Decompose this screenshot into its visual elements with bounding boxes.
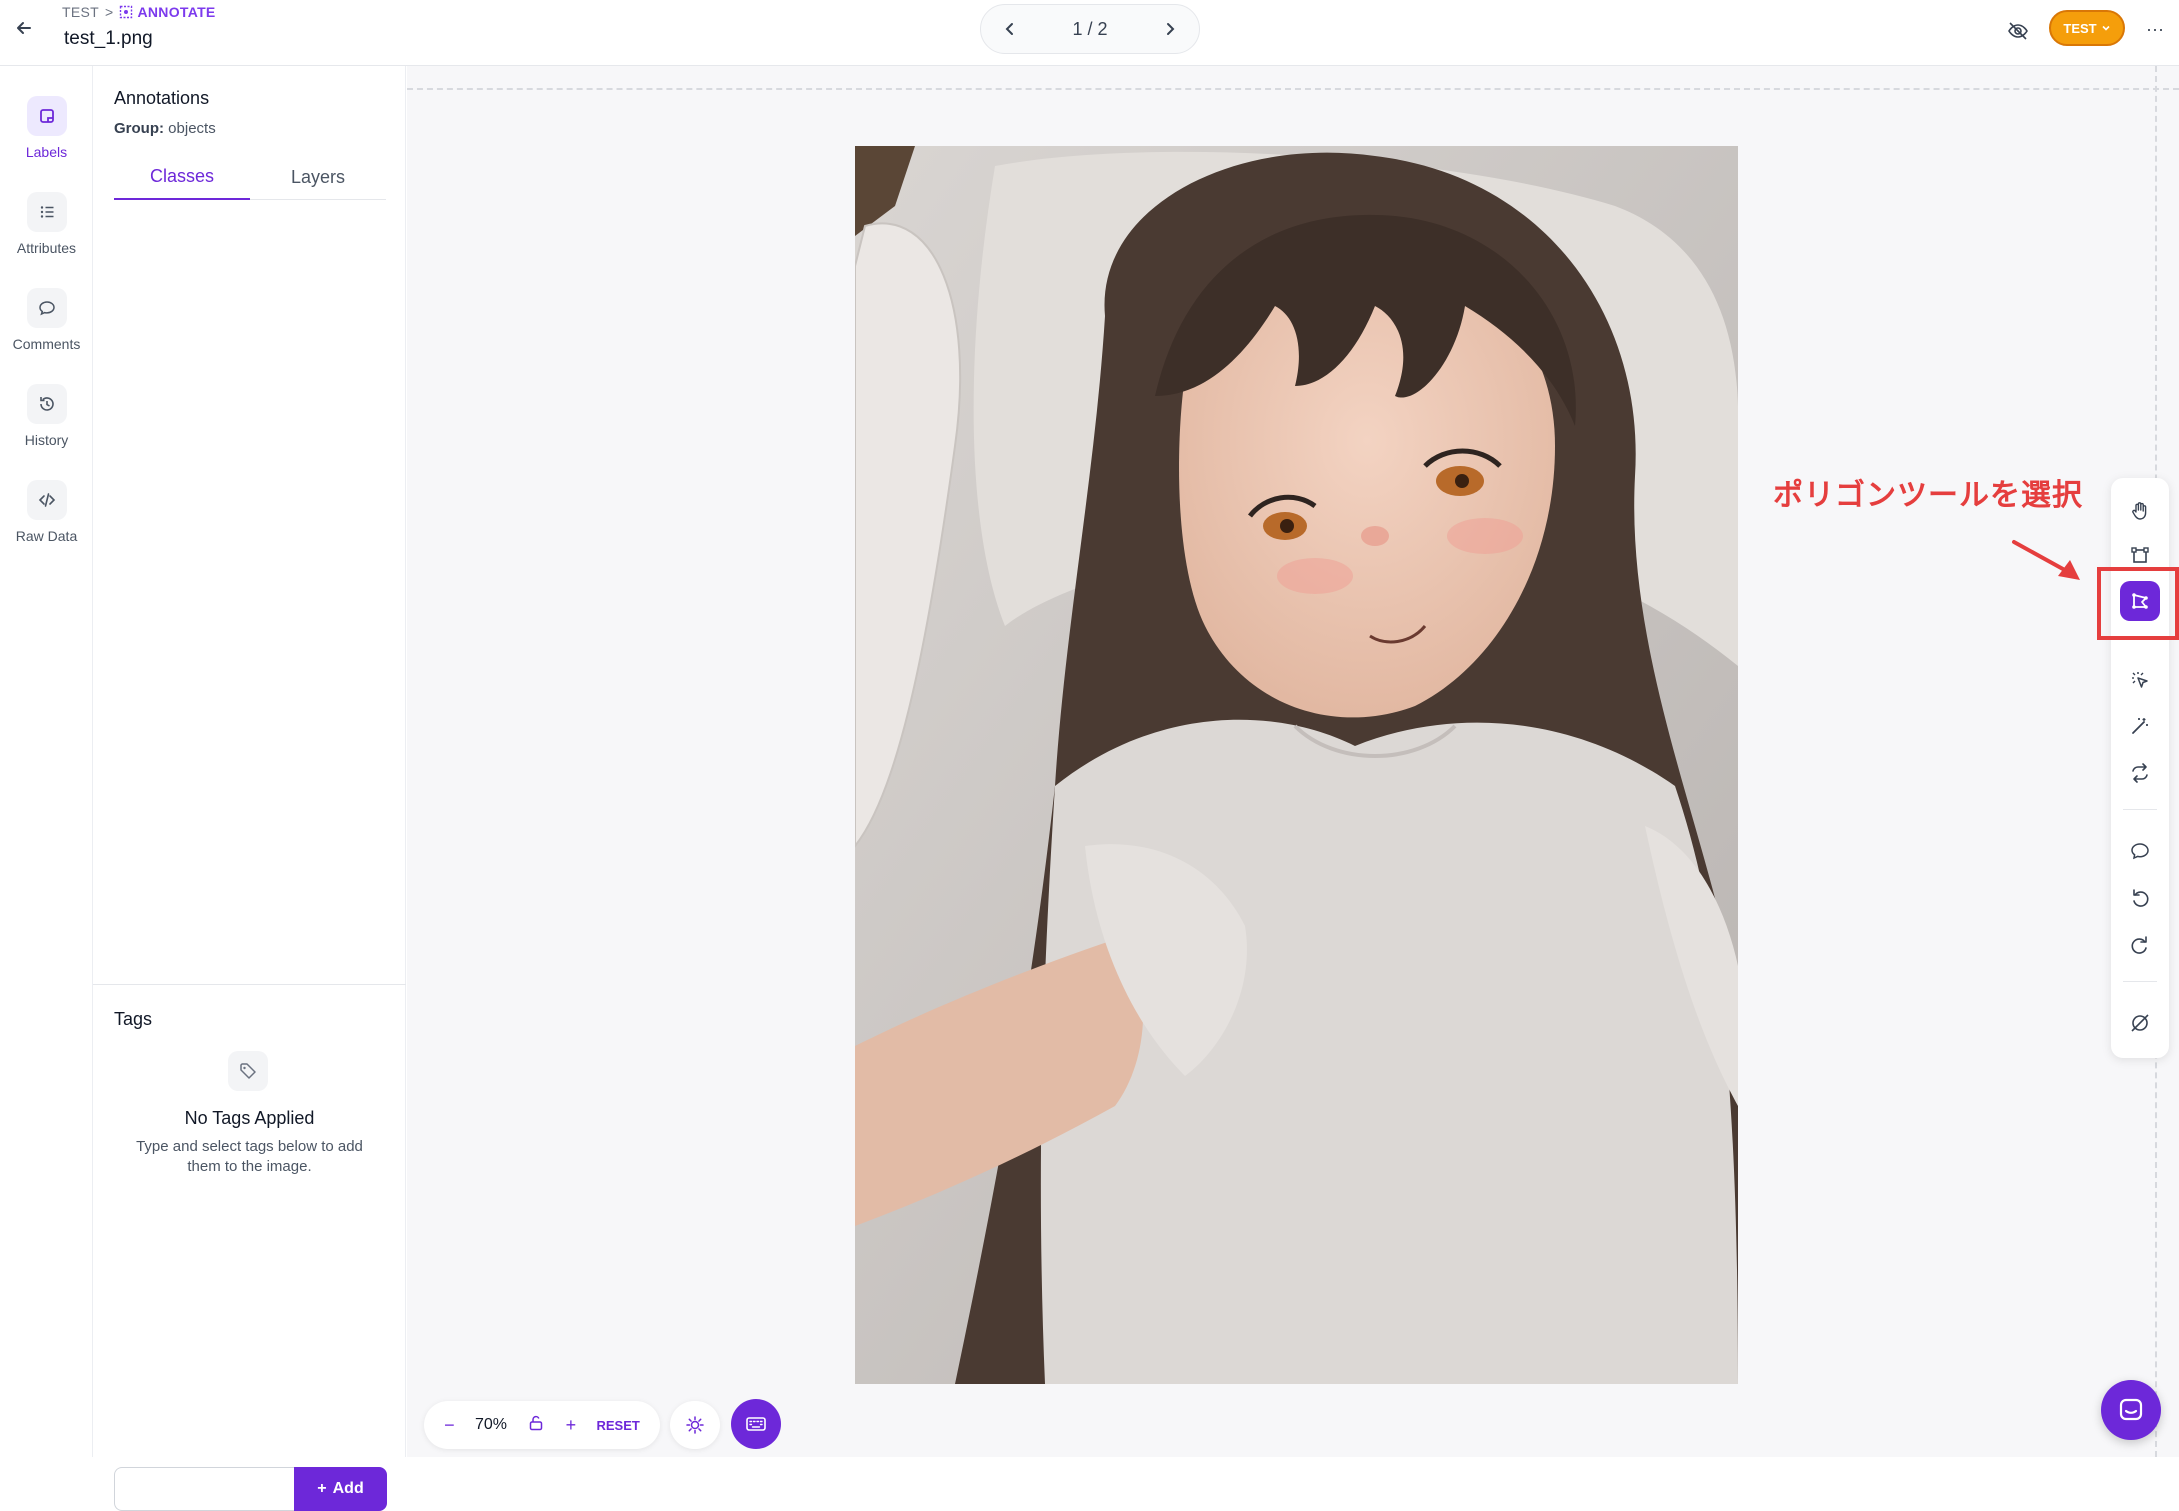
repeat-icon[interactable] (2120, 753, 2160, 793)
group-label: Group: (114, 120, 164, 137)
add-tag-label: Add (332, 1480, 364, 1497)
no-tags-description: Type and select tags below to add them t… (136, 1138, 363, 1175)
annotations-panel: Annotations Group: objects Classes Layer… (93, 66, 406, 1511)
comment-tool-icon[interactable] (2120, 831, 2160, 871)
breadcrumb-project[interactable]: TEST (62, 4, 99, 20)
next-image-button[interactable] (1155, 14, 1185, 44)
no-tags-title: No Tags Applied (184, 1108, 315, 1128)
image-pager: 1 / 2 (980, 4, 1200, 54)
panel-tabs: Classes Layers (114, 154, 386, 200)
tab-layers[interactable]: Layers (250, 154, 386, 200)
annotated-image[interactable] (855, 146, 1738, 1384)
nav-item-attributes[interactable]: Attributes (0, 192, 93, 256)
hide-annotations-icon[interactable] (2120, 1003, 2160, 1043)
tutorial-highlight-box (2097, 567, 2179, 640)
user-menu-button[interactable]: TEST (2049, 10, 2125, 46)
nav-label-raw-data: Raw Data (15, 528, 78, 544)
nav-label-comments: Comments (12, 336, 81, 352)
toolbar-divider (2123, 809, 2157, 810)
chevron-left-icon (1005, 23, 1013, 35)
code-icon (26, 480, 67, 520)
user-badge-label: TEST (2063, 20, 2097, 36)
comment-icon (26, 288, 67, 328)
back-arrow-icon[interactable] (10, 14, 38, 42)
tag-input-row: + Add (114, 1467, 387, 1511)
page-count: 1 / 2 (1072, 18, 1108, 39)
tags-title: Tags (114, 1009, 153, 1029)
prev-image-button[interactable] (995, 14, 1025, 44)
smart-select-icon[interactable] (2120, 660, 2160, 700)
breadcrumb-separator: > (104, 4, 114, 20)
tag-input[interactable] (114, 1467, 294, 1511)
list-icon (26, 192, 67, 232)
chevron-right-icon (1167, 23, 1175, 35)
zoom-in-button[interactable]: + (566, 1415, 577, 1436)
annotate-icon (120, 5, 133, 19)
plus-icon: + (317, 1480, 327, 1497)
tags-section: Tags No Tags Applied Type and select tag… (93, 984, 406, 1511)
nav-item-labels[interactable]: Labels (0, 96, 93, 160)
undo-icon[interactable] (2120, 878, 2160, 918)
canvas-boundary-top (407, 88, 2179, 90)
nav-item-raw-data[interactable]: Raw Data (0, 480, 93, 544)
zoom-reset-button[interactable]: RESET (596, 1418, 639, 1433)
keyboard-shortcuts-button[interactable] (731, 1399, 781, 1449)
nav-label-attributes: Attributes (16, 240, 77, 256)
history-icon (26, 384, 67, 424)
brightness-button[interactable] (670, 1401, 720, 1449)
top-bar: TEST > ANNOTATE test_1.png 1 / 2 TEST ··… (0, 0, 2179, 66)
group-value: objects (168, 120, 216, 137)
breadcrumb-annotate: ANNOTATE (119, 4, 215, 20)
support-chat-button[interactable] (2101, 1380, 2161, 1440)
eye-off-icon[interactable] (2003, 16, 2033, 46)
zoom-level: 70% (474, 1416, 508, 1433)
redo-icon[interactable] (2120, 925, 2160, 965)
chevron-down-icon (2102, 25, 2110, 31)
breadcrumb-current: ANNOTATE (137, 4, 216, 20)
hand-icon[interactable] (2120, 491, 2160, 531)
keyboard-icon (746, 1417, 766, 1431)
nav-label-labels: Labels (25, 144, 68, 160)
labels-icon (26, 96, 67, 136)
zoom-out-button[interactable]: − (444, 1415, 455, 1436)
chat-icon (2119, 1398, 2143, 1421)
tutorial-note: ポリゴンツールを選択 (1773, 478, 2083, 513)
sun-icon (686, 1416, 704, 1434)
nav-item-comments[interactable]: Comments (0, 288, 93, 352)
tutorial-arrow-icon (2012, 540, 2080, 580)
tab-classes[interactable]: Classes (114, 154, 250, 200)
lock-icon[interactable] (527, 1414, 545, 1437)
zoom-controls: − 70% + RESET (424, 1401, 660, 1449)
panel-title: Annotations (114, 88, 210, 108)
annotation-toolbar (2111, 478, 2169, 1058)
group-info: Group: objects (114, 120, 216, 137)
nav-label-history: History (24, 432, 69, 448)
tag-icon (228, 1051, 268, 1091)
nav-item-history[interactable]: History (0, 384, 93, 448)
more-menu-icon[interactable]: ··· (2140, 14, 2170, 44)
left-nav: Labels Attributes Comments History Raw D… (0, 66, 93, 1457)
toolbar-divider (2123, 981, 2157, 982)
annotation-canvas[interactable] (407, 66, 2179, 1457)
breadcrumb: TEST > ANNOTATE (62, 4, 216, 20)
magic-wand-icon[interactable] (2120, 706, 2160, 746)
file-name: test_1.png (64, 28, 153, 49)
add-tag-button[interactable]: + Add (294, 1467, 387, 1511)
